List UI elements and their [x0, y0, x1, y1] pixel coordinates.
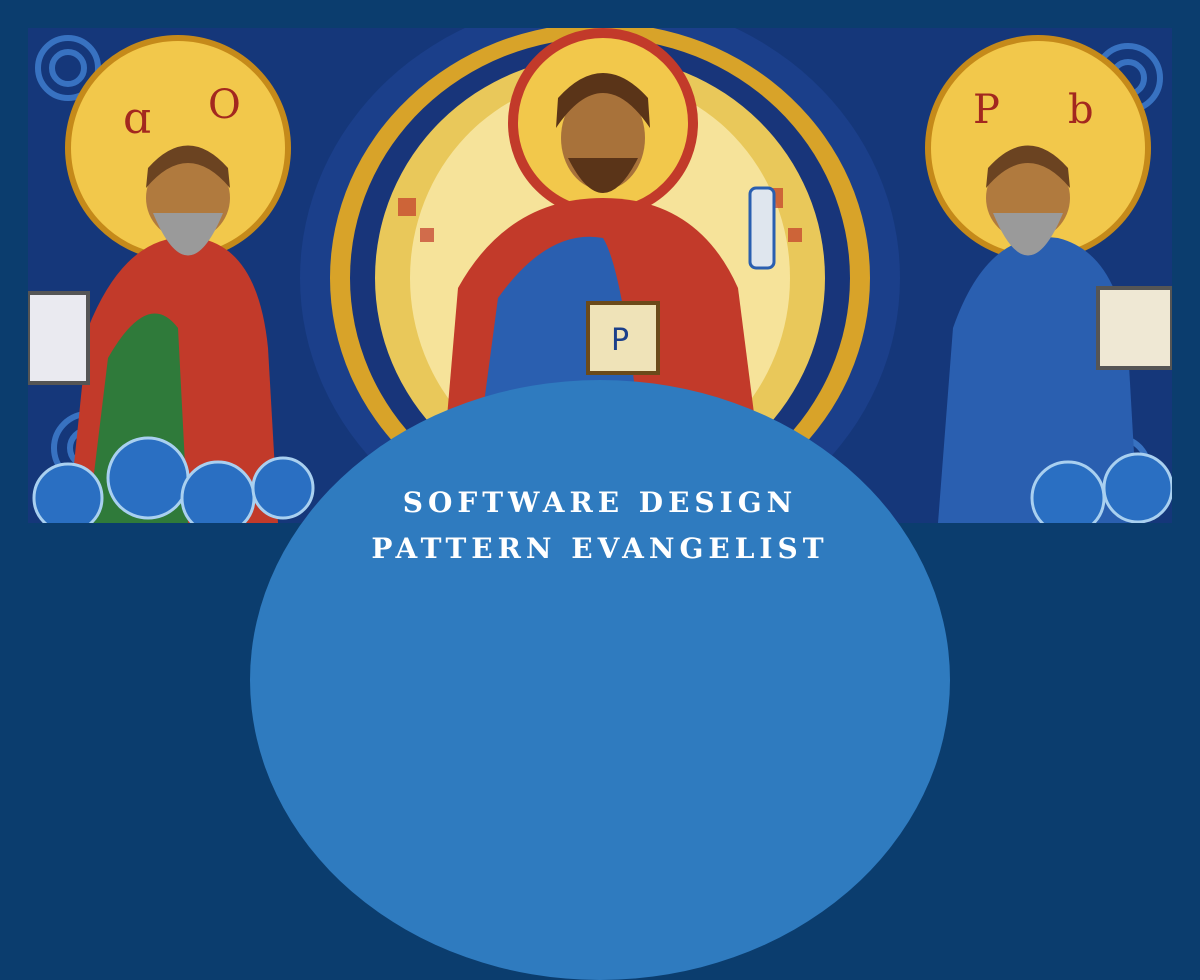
title-panel — [250, 380, 950, 980]
svg-text:O: O — [208, 82, 241, 128]
banner-title-line-1: SOFTWARE DESIGN — [402, 486, 798, 519]
svg-text:P: P — [973, 87, 1000, 133]
banner-title: SOFTWARE DESIGN PATTERN EVANGELIST — [250, 480, 950, 572]
svg-text:P: P — [611, 323, 629, 358]
banner-title-line-2: PATTERN EVANGELIST — [371, 532, 829, 565]
svg-text:b: b — [1068, 87, 1094, 133]
svg-text:ɑ: ɑ — [123, 93, 151, 144]
